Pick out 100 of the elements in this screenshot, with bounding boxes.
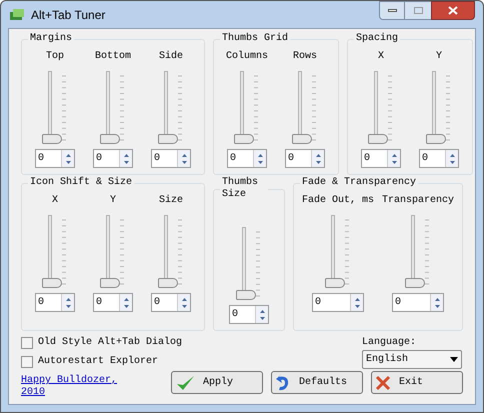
spin-value: 0	[37, 296, 46, 310]
spin-field[interactable]: 0	[285, 149, 325, 168]
dialog-button[interactable]: Apply	[171, 371, 263, 394]
spin-field[interactable]: 0	[361, 149, 401, 168]
tick-marks-icon	[256, 231, 260, 297]
slider-thumb[interactable]	[234, 134, 254, 144]
spin-arrows[interactable]	[119, 294, 132, 311]
group-title: Fade & Transparency	[302, 177, 416, 189]
slider-label: X	[378, 50, 384, 64]
close-button[interactable]	[431, 1, 475, 20]
slider-thumb[interactable]	[42, 278, 62, 288]
spin-value: 0	[229, 152, 238, 166]
spin-value: 0	[421, 152, 430, 166]
vertical-slider[interactable]	[290, 71, 311, 143]
vertical-slider[interactable]	[424, 71, 445, 143]
slider-thumb[interactable]	[405, 278, 425, 288]
vertical-slider[interactable]	[232, 71, 253, 143]
tick-marks-icon	[446, 75, 450, 141]
slider-label: Transparency	[382, 194, 454, 208]
vertical-slider[interactable]	[234, 227, 255, 299]
minimize-button[interactable]	[379, 1, 405, 20]
spin-value: 0	[153, 296, 162, 310]
spin-field[interactable]: 0	[35, 293, 75, 312]
slider-thumb[interactable]	[42, 134, 62, 144]
spin-arrows[interactable]	[177, 294, 190, 311]
vertical-slider[interactable]	[156, 215, 177, 287]
spin-arrows[interactable]	[445, 150, 458, 167]
group-title: Thumbs Size	[222, 177, 260, 201]
spin-value: 0	[95, 296, 104, 310]
spin-arrows[interactable]	[177, 150, 190, 167]
spin-arrows[interactable]	[119, 150, 132, 167]
checkbox[interactable]	[21, 336, 33, 348]
checkbox-label: Autorestart Explorer	[38, 354, 158, 369]
spin-value: 0	[394, 296, 402, 310]
group-title: Margins	[30, 33, 72, 45]
spin-arrows[interactable]	[350, 294, 363, 311]
vertical-slider[interactable]	[403, 215, 424, 287]
slider-label: Side	[158, 50, 183, 64]
spin-field[interactable]: 0	[151, 293, 191, 312]
slider-label: Y	[110, 194, 116, 208]
close-icon	[448, 6, 458, 15]
vertical-slider[interactable]	[40, 71, 61, 143]
slider-thumb[interactable]	[236, 290, 256, 300]
slider-thumb[interactable]	[100, 134, 120, 144]
spin-field[interactable]: 0	[392, 293, 444, 312]
caret-icon	[450, 357, 458, 362]
spin-arrows[interactable]	[430, 294, 443, 311]
vertical-slider[interactable]	[98, 71, 119, 143]
spin-field[interactable]: 0	[229, 305, 269, 324]
window-title: Alt+Tab Tuner	[31, 6, 106, 24]
vertical-slider[interactable]	[40, 215, 61, 287]
slider-label: Rows	[292, 50, 317, 64]
vertical-slider[interactable]	[156, 71, 177, 143]
slider-thumb[interactable]	[158, 278, 178, 288]
slider-label: Bottom	[94, 50, 131, 64]
slider-thumb[interactable]	[100, 278, 120, 288]
spin-field[interactable]: 0	[93, 293, 133, 312]
spin-arrows[interactable]	[387, 150, 400, 167]
spin-value: 0	[363, 152, 372, 166]
tick-marks-icon	[388, 75, 392, 141]
slider-thumb[interactable]	[292, 134, 312, 144]
language-dropdown[interactable]: English	[362, 350, 462, 369]
slider-label: Fade Out, ms	[302, 194, 374, 208]
spin-field[interactable]: 0	[35, 149, 75, 168]
spin-arrows[interactable]	[311, 150, 324, 167]
group-title: Icon Shift & Size	[30, 177, 132, 189]
language-label: Language:	[362, 336, 418, 350]
spin-value: 0	[95, 152, 104, 166]
spin-value: 0	[231, 308, 240, 322]
slider-label: Y	[436, 50, 442, 64]
vertical-slider[interactable]	[366, 71, 387, 143]
vertical-slider[interactable]	[323, 215, 344, 287]
slider-thumb[interactable]	[368, 134, 388, 144]
tick-marks-icon	[425, 219, 429, 285]
spin-arrows[interactable]	[253, 150, 266, 167]
dialog-button[interactable]: Exit	[371, 371, 463, 394]
vertical-slider[interactable]	[98, 215, 119, 287]
group-title: Thumbs Grid	[222, 33, 288, 45]
app-icon	[9, 8, 25, 22]
slider-thumb[interactable]	[325, 278, 345, 288]
spin-field[interactable]: 0	[419, 149, 459, 168]
maximize-button[interactable]	[405, 1, 431, 20]
tick-marks-icon	[62, 75, 66, 141]
tick-marks-icon	[62, 219, 66, 285]
checkbox[interactable]	[21, 356, 33, 368]
spin-field[interactable]: 0	[93, 149, 133, 168]
spin-arrows[interactable]	[255, 306, 268, 323]
slider-thumb[interactable]	[158, 134, 178, 144]
slider-label: Top	[46, 50, 64, 64]
author-link[interactable]: Happy Bulldozer, 2010	[21, 375, 141, 399]
spin-arrows[interactable]	[61, 294, 74, 311]
slider-thumb[interactable]	[426, 134, 446, 144]
spin-field[interactable]: 0	[227, 149, 267, 168]
slider-label: X	[52, 194, 58, 208]
spin-arrows[interactable]	[61, 150, 74, 167]
spin-field[interactable]: 0	[151, 149, 191, 168]
spin-value: 0	[314, 296, 322, 310]
slider-label: Size	[158, 194, 183, 208]
dialog-button[interactable]: Defaults	[271, 371, 363, 394]
spin-field[interactable]: 0	[312, 293, 364, 312]
